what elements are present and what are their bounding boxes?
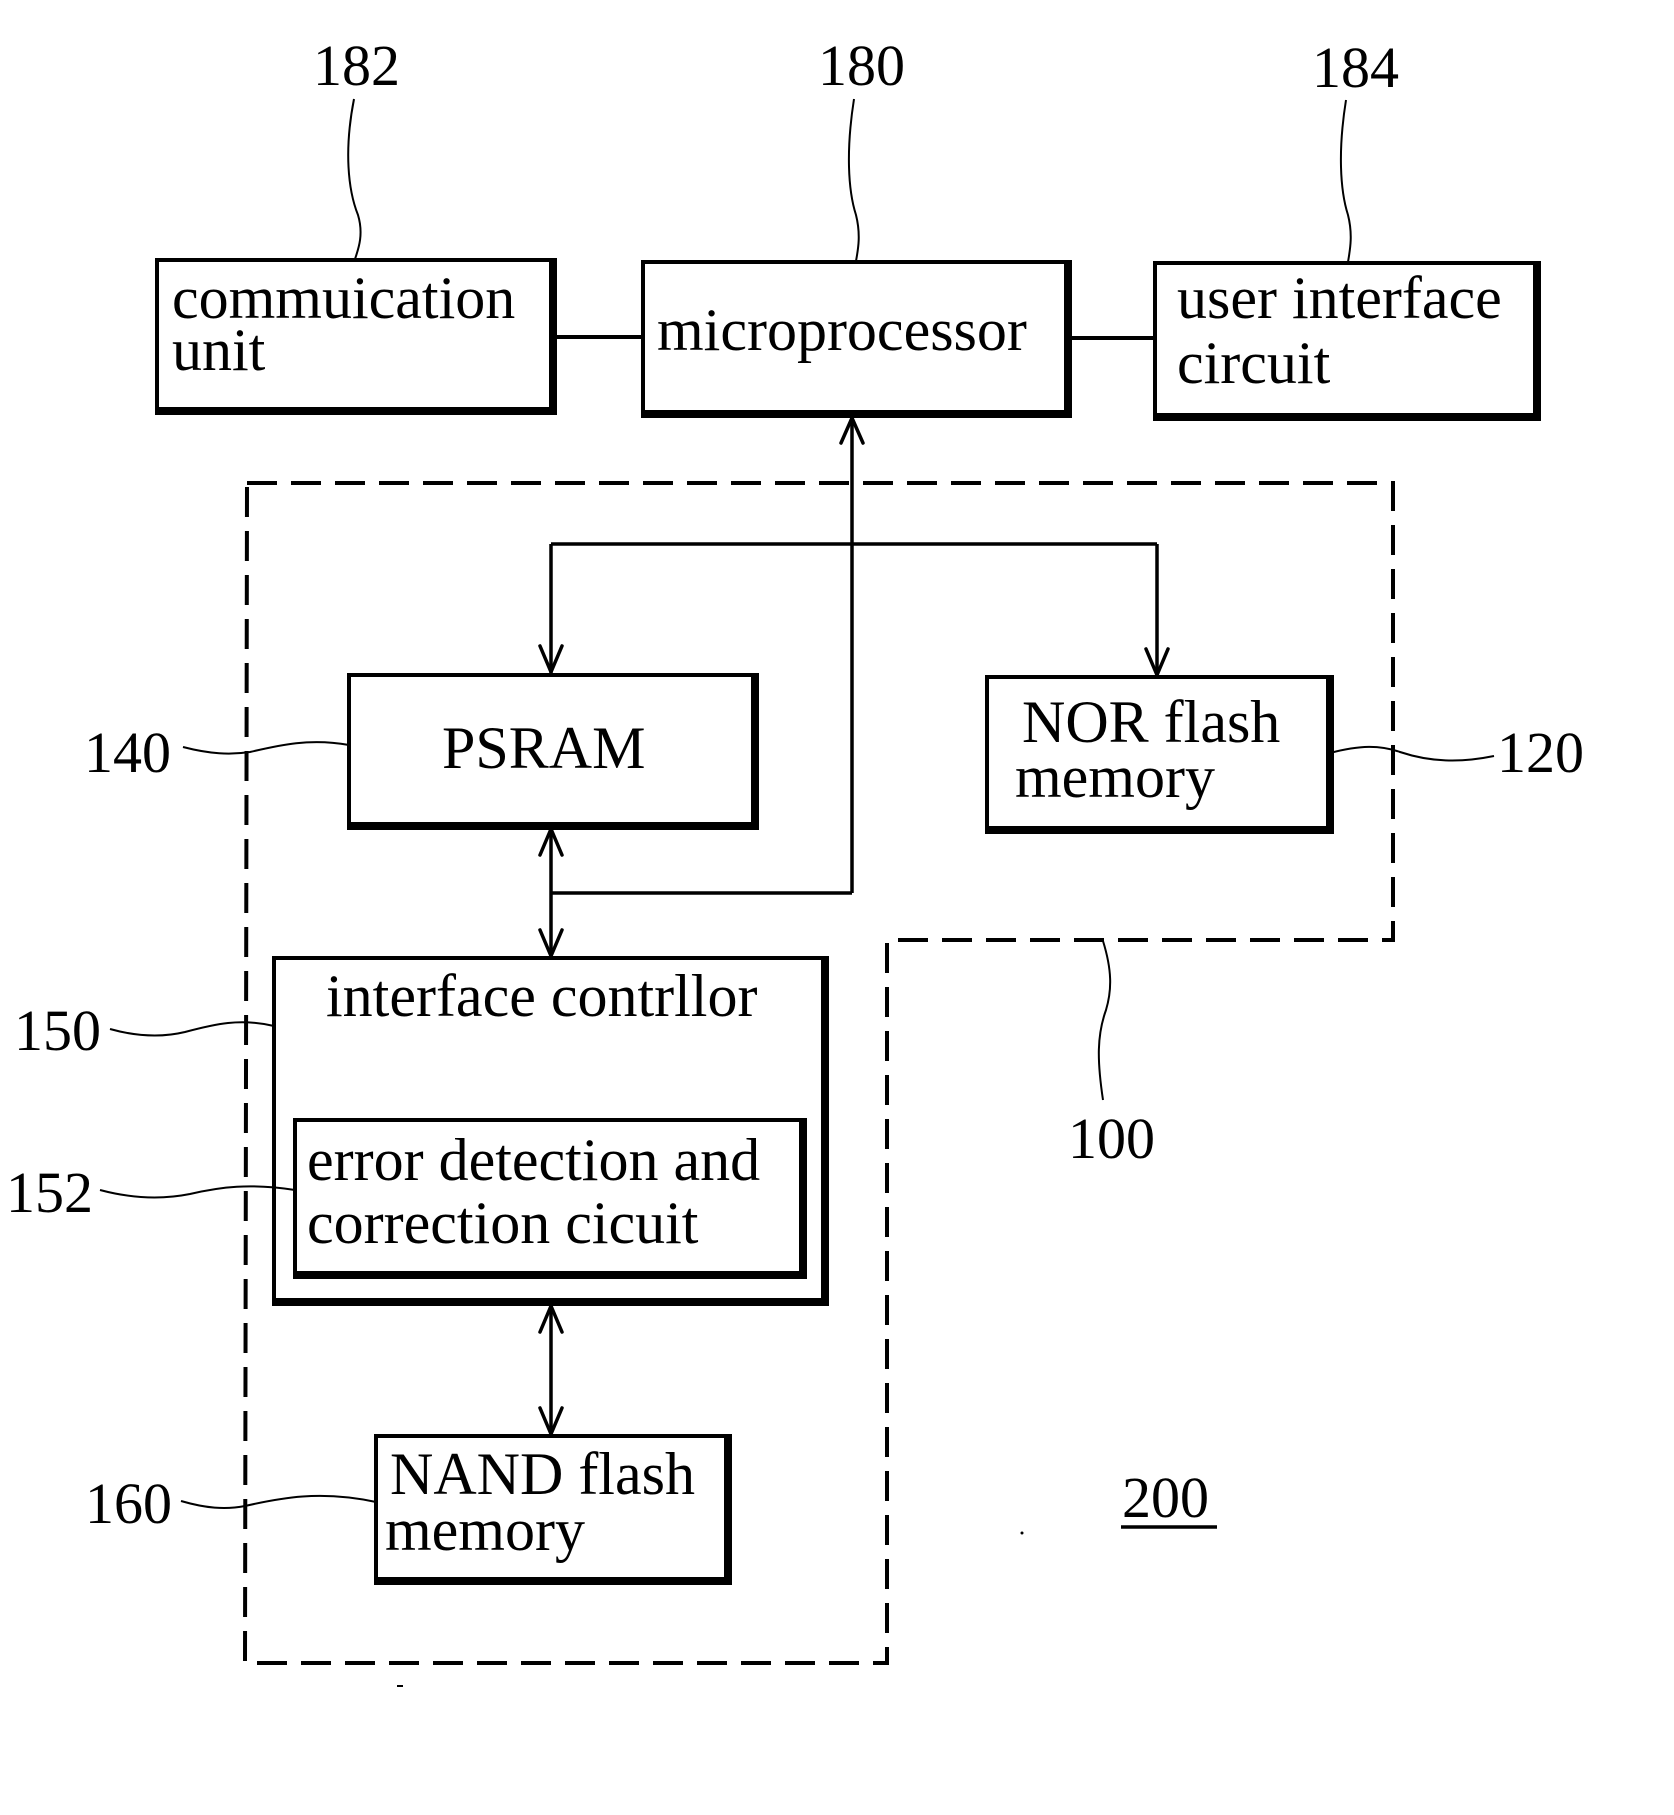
leader-182 (347, 98, 362, 260)
nor-flash-block: NOR flash memory (985, 675, 1334, 834)
block-diagram: commuication unit microprocessor user in… (6, 33, 1584, 1687)
ref-100: 100 (1068, 1106, 1155, 1171)
scan-speck (397, 1685, 403, 1687)
communication-unit-block: commuication unit (155, 258, 557, 415)
interface-controller-label: interface contrllor (326, 963, 757, 1029)
microprocessor-label: microprocessor (657, 297, 1027, 363)
ref-184: 184 (1312, 35, 1399, 100)
ref-160: 160 (85, 1471, 172, 1536)
ref-120: 120 (1497, 720, 1584, 785)
user-interface-circuit-block: user interface circuit (1153, 261, 1541, 421)
user-interface-label-line2: circuit (1177, 330, 1331, 396)
user-interface-label-line1: user interface (1177, 265, 1502, 331)
edc-circuit-block: error detection and correction cicuit (293, 1118, 807, 1279)
leader-180 (847, 98, 860, 262)
leader-152 (99, 1185, 296, 1199)
nand-flash-block: NAND flash memory (374, 1434, 732, 1585)
psram-block: PSRAM (347, 673, 759, 830)
scan-speck (1020, 1531, 1024, 1535)
ref-200: 200 (1122, 1465, 1209, 1530)
leader-184 (1339, 99, 1352, 263)
leader-150 (109, 1021, 275, 1037)
edc-circuit-label-line2: correction cicuit (307, 1190, 699, 1256)
leader-160 (180, 1494, 377, 1510)
leader-140 (182, 741, 350, 755)
psram-label: PSRAM (442, 715, 645, 781)
leader-120 (1329, 745, 1495, 762)
communication-unit-label-line2: unit (172, 317, 266, 383)
nor-flash-label-line2: memory (1015, 744, 1215, 810)
ref-180: 180 (818, 33, 905, 98)
nand-flash-label-line2: memory (385, 1497, 585, 1563)
ref-140: 140 (84, 720, 171, 785)
edc-circuit-label-line1: error detection and (307, 1127, 760, 1193)
ref-150: 150 (14, 998, 101, 1063)
ref-152: 152 (6, 1160, 93, 1225)
leader-100 (1097, 940, 1112, 1101)
ref-182: 182 (313, 33, 400, 98)
microprocessor-block: microprocessor (641, 260, 1072, 418)
